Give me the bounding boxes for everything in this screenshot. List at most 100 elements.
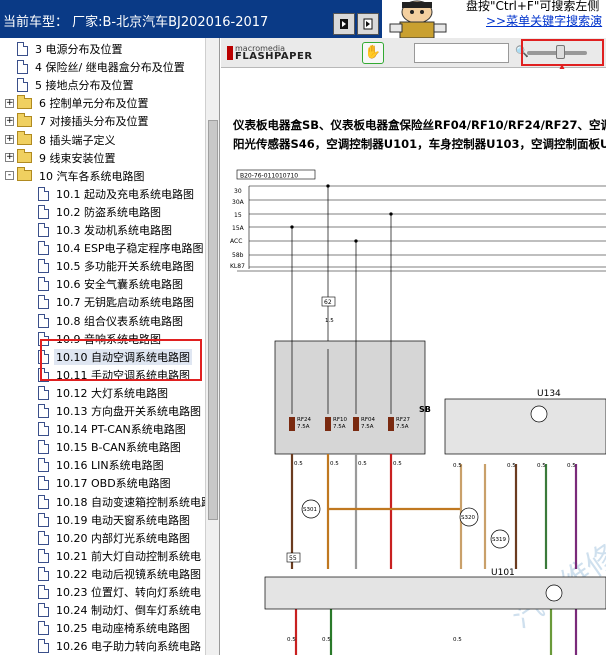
folder-icon (17, 94, 32, 109)
page-icon (38, 422, 49, 437)
wiring-diagram: 汽车维修技术网 B20-76-011010710 30 30A 15 15A A… (230, 169, 606, 655)
wire-size-label: 0.5 (287, 637, 296, 643)
tree-item-label: 10.21 前大灯自动控制系统电 (56, 549, 201, 563)
document-page: 仪表板电器盒SB、仪表板电器盒保险丝RF04/RF10/RF24/RF27、空调… (221, 69, 606, 655)
page-icon (38, 621, 49, 636)
tree-item-label: 10.25 电动座椅系统电路图 (56, 622, 190, 636)
tree-item-label: 10 汽车各系统电路图 (39, 169, 145, 183)
tree-item[interactable]: 10.17 OBD系统电路图 (38, 474, 173, 492)
chapter-tree: 3 电源分布及位置 4 保险丝/ 继电器盒分布及位置 5 接地点分布及位置 +6 控制… (0, 38, 220, 655)
tree-item[interactable]: 10.3 发动机系统电路图 (38, 221, 174, 239)
tree-item[interactable]: 10.18 自动变速箱控制系统电路 (38, 493, 214, 511)
tree-item[interactable]: 10.24 制动灯、倒车灯系统电 (38, 601, 203, 619)
tree-item[interactable]: 10.1 起动及充电系统电路图 (38, 185, 196, 203)
splice-label: S301 (303, 507, 317, 513)
tree-scrollbar[interactable] (205, 38, 219, 655)
tree-item[interactable]: 10.7 无钥匙启动系统电路图 (38, 293, 196, 311)
tree-item-label: 10.4 ESP电子稳定程序电路图 (56, 242, 204, 256)
prev-button[interactable] (333, 13, 355, 35)
connector-55-label: 55 (289, 555, 297, 562)
ad-banner[interactable]: 盘按"Ctrl+F"可搜索左侧 >>菜单关键字搜索演 (382, 0, 606, 38)
fuse-name: RF04 (361, 417, 375, 423)
expand-icon[interactable]: + (5, 135, 14, 144)
tree-item[interactable]: - 10 汽车各系统电路图 (5, 167, 147, 185)
tree-item-label: 10.8 组合仪表系统电路图 (56, 314, 183, 328)
tree-item[interactable]: 10.15 B-CAN系统电路图 (38, 438, 183, 456)
page-icon (38, 313, 49, 328)
fuse-name: RF27 (396, 417, 410, 423)
tree-item-label: 3 电源分布及位置 (35, 43, 123, 56)
tree-item[interactable]: 10.14 PT-CAN系统电路图 (38, 420, 188, 438)
tree-item[interactable]: 4 保险丝/ 继电器盒分布及位置 (5, 58, 187, 76)
page-icon (38, 476, 49, 491)
page-icon (38, 223, 49, 237)
hand-tool-button[interactable]: ✋ (362, 42, 384, 64)
tree-item[interactable]: 10.13 方向盘开关系统电路图 (38, 402, 203, 420)
tree-item[interactable]: 3 电源分布及位置 (5, 40, 125, 58)
splice-label: S320 (461, 515, 475, 521)
top-bar: 当前车型： 厂家:B-北京汽车BJ202016-2017 盘按"Ctrl+F"可… (0, 0, 606, 38)
tree-item[interactable]: 10.6 安全气囊系统电路图 (38, 275, 185, 293)
ad-link[interactable]: >>菜单关键字搜索演 (486, 12, 602, 29)
tree-item[interactable]: 10.23 位置灯、转向灯系统电 (38, 583, 203, 601)
next-button[interactable] (357, 13, 379, 35)
tree-item[interactable]: 10.8 组合仪表系统电路图 (38, 312, 185, 330)
fuse-rating: 7.5A (297, 424, 310, 430)
tree-item[interactable]: 10.2 防盗系统电路图 (38, 203, 163, 221)
tree-item[interactable]: 10.16 LIN系统电路图 (38, 456, 166, 474)
rail-label: ACC (230, 238, 242, 245)
mascot-icon (389, 0, 447, 38)
highlight-box (40, 339, 202, 381)
tree-item[interactable]: +6 控制单元分布及位置 (5, 94, 151, 112)
page-icon (38, 440, 49, 455)
page-icon (38, 585, 49, 599)
page-icon (38, 204, 49, 219)
tree-item[interactable]: 10.5 多功能开关系统电路图 (38, 257, 196, 275)
page-icon (38, 404, 49, 418)
tree-item[interactable]: 10.19 电动天窗系统电路图 (38, 511, 192, 529)
tree-item-label: 10.17 OBD系统电路图 (56, 477, 171, 491)
tree-item[interactable]: 10.22 电动后视镜系统电路图 (38, 565, 203, 583)
tree-item-label: 10.16 LIN系统电路图 (56, 459, 164, 473)
hand-icon: ✋ (364, 45, 382, 60)
module-u101-label: U101 (491, 568, 515, 578)
collapse-icon[interactable]: - (5, 171, 14, 181)
tree-item[interactable]: 10.25 电动座椅系统电路图 (38, 619, 192, 637)
page-icon (38, 512, 49, 527)
prev-icon (340, 19, 348, 29)
expand-icon[interactable]: + (5, 153, 14, 163)
tree-item[interactable]: 10.12 大灯系统电路图 (38, 384, 170, 402)
fuse-name: RF10 (333, 417, 347, 423)
zoom-highlight-box (521, 39, 604, 66)
tree-item[interactable]: 10.21 前大灯自动控制系统电 (38, 547, 203, 565)
tree-item[interactable]: +9 线束安装位置 (5, 149, 118, 167)
watermark: 汽车维修技术网 (506, 486, 606, 635)
scrollbar-thumb[interactable] (208, 120, 218, 520)
tree-item[interactable]: +7 对接插头分布及位置 (5, 112, 151, 130)
tree-item-label: 10.1 起动及充电系统电路图 (56, 187, 194, 201)
rail-label: 15A (232, 225, 245, 232)
folder-icon (17, 112, 32, 127)
expand-icon[interactable]: + (5, 98, 14, 108)
tree-item[interactable]: 10.20 内部灯光系统电路图 (38, 529, 192, 547)
tree-item[interactable]: 10.26 电子助力转向系统电路 (38, 637, 203, 655)
rail-drops (290, 184, 393, 314)
tree-item[interactable]: 5 接地点分布及位置 (5, 76, 136, 94)
rail-label: KL87 (230, 263, 245, 270)
node-62-label: 62 (324, 299, 332, 306)
tree-item[interactable]: +8 插头端子定义 (5, 131, 118, 149)
next-icon (363, 18, 373, 30)
splice-label: S319 (492, 537, 506, 543)
fuse-block-sb (274, 340, 426, 455)
expand-icon[interactable]: + (5, 116, 14, 126)
wire-size-label: 0.5 (322, 637, 331, 643)
fuse-name: RF24 (297, 417, 311, 423)
wire-size-label: 0.5 (567, 463, 576, 469)
search-input[interactable] (414, 43, 509, 63)
tree-item-label: 10.15 B-CAN系统电路图 (56, 441, 181, 455)
page-icon (38, 639, 49, 654)
tree-item[interactable]: 10.4 ESP电子稳定程序电路图 (38, 239, 206, 257)
tree-item-label: 10.5 多功能开关系统电路图 (56, 260, 194, 274)
tree-item-label: 10.18 自动变速箱控制系统电路 (56, 495, 212, 509)
tree-item-label: 10.23 位置灯、转向灯系统电 (56, 586, 201, 599)
